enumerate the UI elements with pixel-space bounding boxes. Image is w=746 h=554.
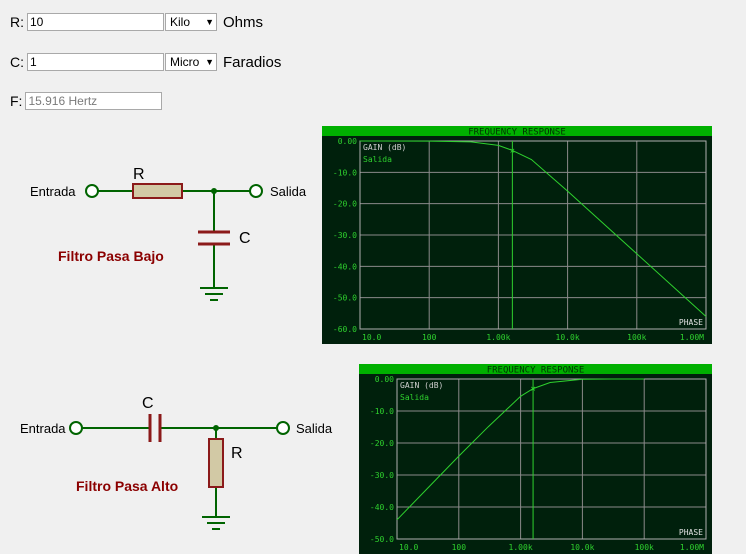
r-suffix: Ohms	[223, 13, 264, 31]
phase-label: PHASE	[679, 318, 703, 327]
phase-label: PHASE	[679, 528, 703, 537]
x-tick-label: 1.00M	[680, 543, 704, 552]
x-tick-label: 100	[422, 333, 437, 342]
y-tick-label: -30.0	[370, 471, 394, 480]
r-unit-select[interactable]: Kilo ▼	[165, 13, 217, 31]
highpass-frequency-response-plot: FREQUENCY RESPONSE 10.0 100 1.00k 10.0k 100k 1…	[359, 364, 712, 554]
resistor-symbol	[208, 438, 224, 488]
lowpass-output-label: Salida	[270, 184, 307, 199]
lowpass-r-label: R	[133, 166, 145, 183]
lowpass-circuit-diagram: Entrada Salida R C Filtro Pasa Bajo	[30, 166, 307, 301]
ground-icon	[200, 287, 228, 301]
y-tick-label: -50.0	[370, 535, 394, 544]
r-row: R: 10 Kilo ▼ Ohms	[10, 12, 263, 32]
r-unit-value: Kilo	[170, 15, 191, 29]
r-value-input[interactable]: 10	[27, 13, 164, 31]
x-tick-label: 10.0	[399, 543, 418, 552]
y-tick-label: -10.0	[370, 407, 394, 416]
resistor-symbol	[132, 183, 183, 199]
x-tick-label: 100k	[627, 333, 646, 342]
input-terminal	[85, 184, 99, 198]
x-tick-label: 10.0k	[570, 543, 594, 552]
chevron-down-icon: ▼	[205, 17, 214, 27]
y-tick-label: -20.0	[370, 439, 394, 448]
c-unit-value: Micro	[170, 55, 200, 69]
x-tick-label: 100k	[635, 543, 654, 552]
y-tick-label: -40.0	[370, 503, 394, 512]
y-tick-label: 0.00	[338, 137, 357, 146]
cutoff-marker: ×	[530, 385, 535, 395]
highpass-r-label: R	[231, 445, 243, 462]
c-label: C:	[10, 54, 24, 70]
highpass-c-label: C	[142, 395, 154, 412]
x-tick-label: 1.00M	[680, 333, 704, 342]
output-terminal	[276, 421, 290, 435]
chevron-down-icon: ▼	[205, 57, 214, 67]
output-terminal	[249, 184, 263, 198]
x-tick-label: 100	[452, 543, 467, 552]
highpass-title: Filtro Pasa Alto	[76, 478, 178, 494]
y-tick-label: -60.0	[333, 325, 357, 334]
c-row: C: 1 Micro ▼ Faradios	[10, 52, 281, 72]
x-tick-label: 1.00k	[509, 543, 533, 552]
highpass-output-label: Salida	[296, 421, 333, 436]
highpass-circuit-diagram: Entrada Salida C R Filtro Pasa Alto	[20, 395, 333, 530]
f-label: F:	[10, 93, 23, 109]
ground-icon	[202, 516, 230, 530]
r-label: R:	[10, 14, 24, 30]
input-terminal	[69, 421, 83, 435]
plot-title: FREQUENCY RESPONSE	[487, 366, 585, 376]
frequency-output-field[interactable]: 15.916 Hertz	[25, 92, 163, 110]
y-tick-label: -10.0	[333, 168, 357, 177]
junction-node	[211, 188, 217, 194]
y-tick-label: -50.0	[333, 294, 357, 303]
f-row: F: 15.916 Hertz	[10, 91, 163, 111]
plot-title: FREQUENCY RESPONSE	[468, 128, 566, 138]
y-tick-label: -30.0	[333, 231, 357, 240]
y-tick-label: -40.0	[333, 262, 357, 271]
y-tick-label: 0.00	[375, 375, 394, 384]
cutoff-marker: ×	[510, 146, 515, 156]
x-tick-label: 10.0	[362, 333, 381, 342]
series-legend-label: Salida	[400, 393, 429, 402]
lowpass-title: Filtro Pasa Bajo	[58, 248, 164, 264]
highpass-input-label: Entrada	[20, 421, 66, 436]
lowpass-c-label: C	[239, 230, 251, 247]
c-value-input[interactable]: 1	[27, 53, 164, 71]
y-tick-label: -20.0	[333, 200, 357, 209]
y-axis-label: GAIN (dB)	[363, 143, 406, 152]
lowpass-frequency-response-plot: FREQUENCY RESPONSE 10.0 100 1.00k 10.0k 100k 1…	[322, 126, 712, 344]
x-tick-label: 1.00k	[486, 333, 510, 342]
x-tick-label: 10.0k	[556, 333, 580, 342]
c-unit-select[interactable]: Micro ▼	[165, 53, 217, 71]
lowpass-input-label: Entrada	[30, 184, 76, 199]
c-suffix: Faradios	[223, 53, 282, 71]
series-legend-label: Salida	[363, 155, 392, 164]
y-axis-label: GAIN (dB)	[400, 381, 443, 390]
junction-node	[213, 425, 219, 431]
